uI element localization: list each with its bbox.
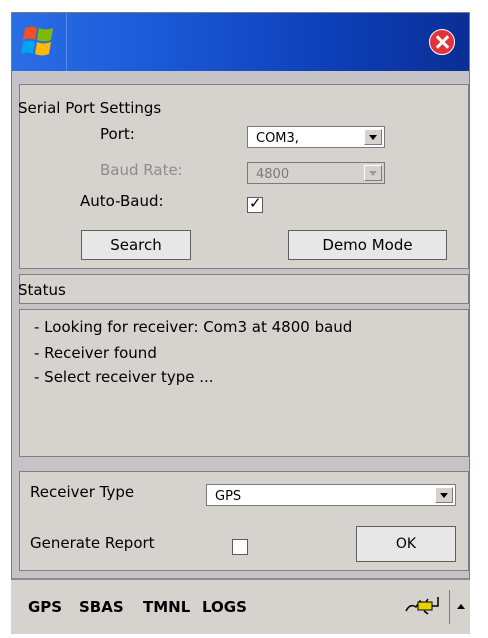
title-bar [12,13,469,71]
chevron-down-icon[interactable] [435,487,453,503]
chevron-up-icon[interactable] [454,601,468,611]
serial-port-section-title: Serial Port Settings [18,99,162,117]
bottom-nav-bar: GPS SBAS TMNL LOGS [11,578,470,634]
start-button[interactable] [12,13,67,71]
status-line: - Looking for receiver: Com3 at 4800 bau… [34,318,353,336]
nav-sbas[interactable]: SBAS [79,598,124,616]
demo-mode-button[interactable]: Demo Mode [288,230,447,260]
receiver-type-dropdown[interactable]: GPS [206,484,456,506]
nav-tmnl[interactable]: TMNL [143,598,190,616]
status-header-bar [19,274,469,304]
nav-logs[interactable]: LOGS [202,598,247,616]
screen: Serial Port Settings Port: COM3, Baud Ra… [0,0,488,638]
generate-report-label: Generate Report [30,534,155,552]
connection-icon[interactable] [404,593,444,615]
search-button[interactable]: Search [81,230,191,260]
status-box: - Looking for receiver: Com3 at 4800 bau… [19,309,469,457]
status-title: Status [18,281,66,299]
receiver-type-label: Receiver Type [30,483,135,501]
port-label: Port: [100,125,135,143]
close-icon[interactable] [429,29,455,55]
port-value: COM3, [256,131,299,146]
windows-flag-icon [21,26,53,56]
baud-rate-dropdown: 4800 [247,162,385,184]
status-line: - Receiver found [34,344,157,362]
receiver-type-value: GPS [215,489,242,504]
baud-rate-label: Baud Rate: [100,161,183,179]
chevron-down-icon [364,165,382,181]
nav-divider [449,590,450,624]
checkmark-icon: ✓ [249,194,262,212]
port-dropdown[interactable]: COM3, [247,126,385,148]
auto-baud-label: Auto-Baud: [80,192,164,210]
generate-report-checkbox[interactable] [232,539,248,555]
auto-baud-checkbox[interactable]: ✓ [247,194,263,213]
ok-button[interactable]: OK [356,526,456,562]
status-line: - Select receiver type ... [34,368,214,386]
chevron-down-icon[interactable] [364,129,382,145]
nav-gps[interactable]: GPS [28,598,62,616]
baud-rate-value: 4800 [256,167,290,182]
